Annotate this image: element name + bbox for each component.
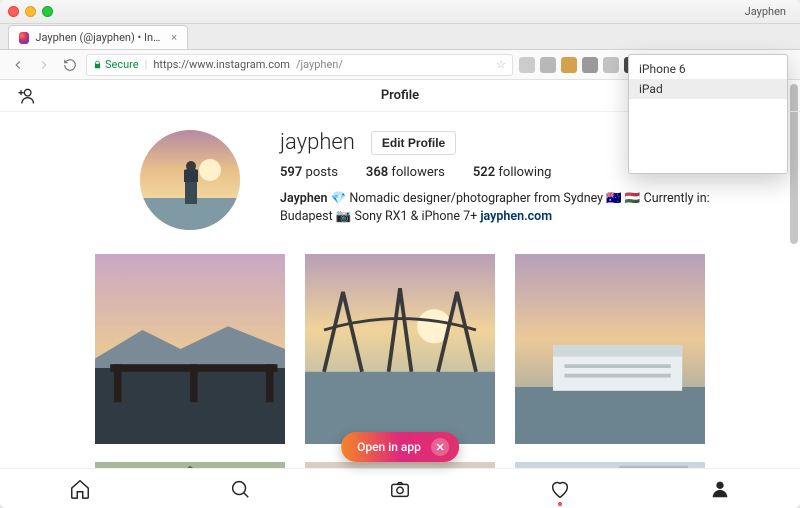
nav-home[interactable] (69, 478, 91, 500)
url-path: /jayphen/ (296, 58, 343, 71)
lock-icon (93, 60, 102, 69)
close-tab-icon[interactable]: × (171, 31, 177, 44)
nav-search[interactable] (229, 478, 251, 500)
search-icon (229, 478, 251, 500)
ext-icon-4[interactable] (582, 57, 598, 73)
ext-icon-2[interactable] (540, 57, 556, 73)
open-in-app-pill[interactable]: Open in app (341, 432, 459, 462)
nav-profile[interactable] (709, 478, 731, 500)
profile-icon (709, 478, 731, 500)
post-thumbnail[interactable] (95, 254, 285, 444)
secure-label: Secure (105, 58, 139, 71)
nav-camera[interactable] (389, 478, 411, 500)
nav-activity[interactable] (549, 478, 571, 500)
address-bar[interactable]: Secure | https://www.instagram.com/jayph… (86, 54, 513, 76)
instagram-favicon-icon (19, 32, 29, 44)
post-grid (0, 244, 800, 444)
username: jayphen (280, 130, 355, 155)
device-simulator-popup: iPhone 6 iPad (628, 54, 788, 174)
camera-emoji-icon: 📷 (336, 209, 352, 224)
flag-au-icon: 🇦🇺 (606, 191, 622, 206)
back-button[interactable] (8, 55, 28, 75)
heart-icon (549, 478, 571, 500)
avatar-image (140, 130, 240, 230)
device-option-iphone6[interactable]: iPhone 6 (629, 59, 787, 79)
bio-link[interactable]: jayphen.com (480, 209, 552, 224)
ext-icon-3[interactable] (561, 57, 577, 73)
profile-bio: Jayphen 💎 Nomadic designer/photographer … (280, 190, 710, 225)
followers-stat[interactable]: 368 followers (366, 165, 445, 180)
camera-icon (389, 478, 411, 500)
posts-stat[interactable]: 597 posts (280, 165, 338, 180)
close-window-button[interactable] (8, 6, 19, 17)
bookmark-star-icon[interactable]: ☆ (496, 58, 506, 71)
dismiss-pill-icon[interactable] (431, 438, 449, 456)
titlebar: Jayphen (0, 0, 800, 24)
home-icon (69, 478, 91, 500)
bottom-nav (0, 468, 800, 508)
diamond-emoji-icon: 💎 (331, 191, 347, 206)
forward-button[interactable] (34, 55, 54, 75)
post-thumbnail[interactable] (515, 254, 705, 444)
scrollbar-track (789, 80, 799, 508)
ext-icon-5[interactable] (603, 57, 619, 73)
flag-hu-icon: 🇭🇺 (625, 191, 641, 206)
browser-tab[interactable]: Jayphen (@jayphen) • Instagr… × (8, 25, 188, 49)
open-in-app-label: Open in app (357, 440, 421, 454)
avatar[interactable] (140, 130, 240, 230)
url-host: https://www.instagram.com (153, 58, 290, 71)
post-thumbnail[interactable] (305, 254, 495, 444)
zoom-window-button[interactable] (42, 6, 53, 17)
activity-dot-icon (558, 502, 562, 506)
tab-strip: Jayphen (@jayphen) • Instagr… × (0, 24, 800, 50)
window-controls (8, 6, 53, 17)
following-stat[interactable]: 522 following (473, 165, 552, 180)
profile-label[interactable]: Jayphen (745, 5, 792, 18)
browser-window: Jayphen Jayphen (@jayphen) • Instagr… × … (0, 0, 800, 508)
minimize-window-button[interactable] (25, 6, 36, 17)
secure-indicator: Secure (93, 58, 139, 71)
device-option-ipad[interactable]: iPad (629, 79, 787, 99)
tab-title: Jayphen (@jayphen) • Instagr… (35, 31, 165, 44)
reload-button[interactable] (60, 55, 80, 75)
edit-profile-button[interactable]: Edit Profile (371, 131, 456, 155)
ext-icon-1[interactable] (519, 57, 535, 73)
